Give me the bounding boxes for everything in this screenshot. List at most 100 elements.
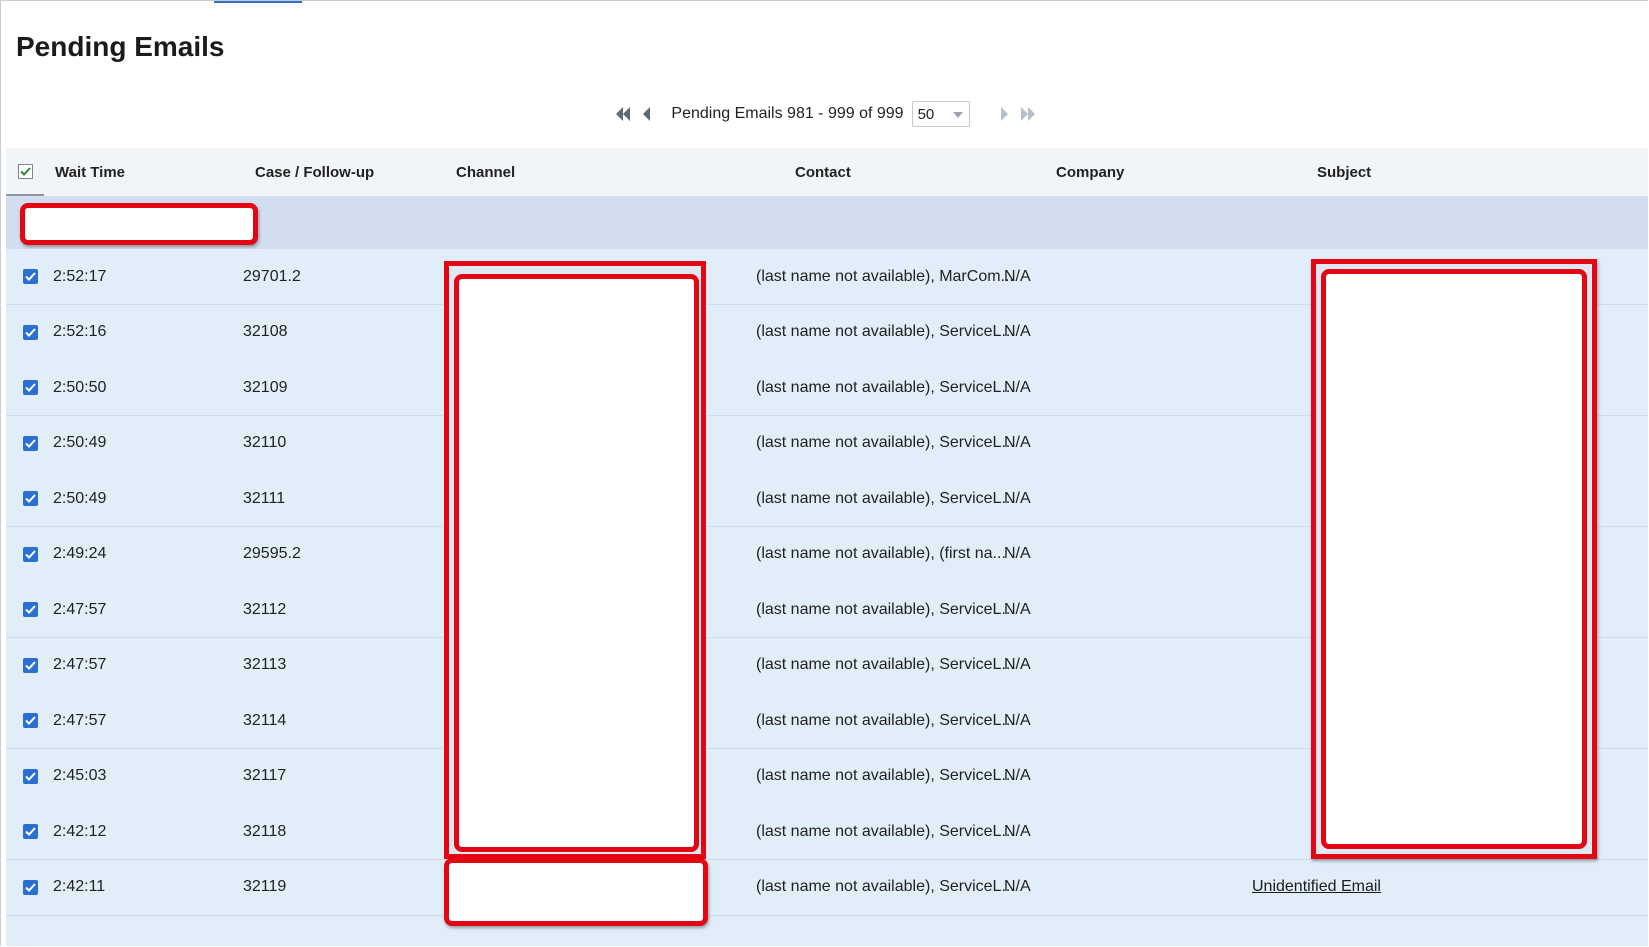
- case-cell: 29595.2: [243, 545, 301, 562]
- row-checkbox[interactable]: [23, 380, 38, 395]
- case-cell: 29701.2: [243, 267, 301, 285]
- wait-time-cell: 2:50:50: [53, 378, 107, 396]
- case-cell: 32110: [243, 434, 287, 451]
- filter-row: [6, 197, 1648, 249]
- row-checkbox[interactable]: [23, 657, 38, 673]
- column-header-subject[interactable]: Subject: [1317, 148, 1371, 196]
- chevron-right-icon: [1000, 107, 1008, 121]
- wait-time-cell: 2:47:57: [53, 600, 107, 618]
- checkmark-icon: [25, 827, 36, 836]
- select-column-underline: [6, 194, 44, 196]
- row-checkbox[interactable]: [23, 546, 38, 562]
- redacted-channel-block: [444, 261, 706, 859]
- column-header-channel[interactable]: Channel: [456, 148, 515, 196]
- checkmark-icon: [25, 716, 36, 725]
- page-title: Pending Emails: [16, 31, 225, 62]
- pagination-info: Pending Emails 981 - 999 of 999: [671, 105, 904, 122]
- case-cell: 32108: [243, 323, 288, 340]
- company-cell: N/A: [1004, 656, 1031, 673]
- table-row[interactable]: 2:42:11 32119 (last name not available), S…: [6, 859, 1648, 916]
- column-header-contact[interactable]: Contact: [795, 148, 851, 196]
- wait-time-cell: 2:45:03: [53, 767, 107, 784]
- wait-time-cell: 2:50:49: [53, 489, 107, 507]
- checkmark-icon: [25, 660, 36, 670]
- checkmark-icon: [25, 605, 36, 614]
- next-page-button[interactable]: [992, 102, 1016, 126]
- select-all-checkbox[interactable]: [18, 164, 33, 179]
- wait-time-cell: 2:47:57: [53, 656, 107, 673]
- row-checkbox[interactable]: [23, 491, 38, 506]
- contact-cell: (last name not available), MarCom...: [756, 267, 1014, 285]
- company-cell: N/A: [1004, 600, 1031, 618]
- checkmark-icon: [25, 882, 36, 892]
- case-cell: 32119: [243, 878, 287, 895]
- wait-time-cell: 2:42:11: [53, 878, 106, 895]
- wait-time-cell: 2:52:17: [53, 267, 107, 285]
- column-header-company[interactable]: Company: [1056, 148, 1124, 196]
- first-page-button[interactable]: [611, 102, 635, 126]
- row-checkbox[interactable]: [23, 602, 38, 617]
- company-cell: N/A: [1004, 878, 1031, 895]
- chevron-left-icon: [643, 107, 651, 121]
- company-cell: N/A: [1004, 323, 1031, 340]
- emails-grid: Wait Time Case / Follow-up Channel Conta…: [6, 148, 1648, 946]
- row-checkbox[interactable]: [23, 824, 38, 839]
- case-cell: 32114: [243, 711, 287, 729]
- contact-cell: (last name not available), (first na...: [756, 545, 1006, 562]
- case-cell: 32113: [243, 656, 287, 673]
- checkmark-icon: [25, 771, 36, 781]
- previous-page-button[interactable]: [635, 102, 659, 126]
- company-cell: N/A: [1004, 711, 1031, 729]
- contact-cell: (last name not available), ServiceL...: [756, 434, 1015, 451]
- company-cell: N/A: [1004, 489, 1031, 507]
- last-page-button[interactable]: [1016, 102, 1040, 126]
- company-cell: N/A: [1004, 767, 1031, 784]
- caret-down-icon: [952, 112, 963, 118]
- checkmark-icon: [25, 272, 36, 281]
- active-tab-indicator: [214, 1, 302, 3]
- wait-time-cell: 2:50:49: [53, 434, 107, 451]
- contact-cell: (last name not available), ServiceL...: [756, 878, 1015, 895]
- contact-cell: (last name not available), ServiceL...: [756, 711, 1015, 729]
- contact-cell: (last name not available), ServiceL...: [756, 378, 1015, 396]
- wait-time-cell: 2:52:16: [53, 323, 107, 340]
- row-checkbox[interactable]: [23, 324, 38, 340]
- checkmark-icon: [25, 438, 36, 448]
- company-cell: N/A: [1004, 267, 1031, 285]
- company-cell: N/A: [1004, 378, 1031, 396]
- redacted-filter-input: [20, 203, 258, 245]
- column-header-case[interactable]: Case / Follow-up: [255, 148, 374, 196]
- redacted-subject-block: [1311, 259, 1597, 859]
- row-checkbox[interactable]: [23, 269, 38, 284]
- row-checkbox[interactable]: [23, 768, 38, 784]
- contact-cell: (last name not available), ServiceL...: [756, 489, 1015, 507]
- case-cell: 32111: [243, 489, 286, 507]
- checkmark-icon: [25, 494, 36, 503]
- subject-cell: Unidentified Email: [1252, 860, 1381, 915]
- contact-cell: (last name not available), ServiceL...: [756, 822, 1015, 840]
- company-cell: N/A: [1004, 822, 1031, 840]
- subject-link[interactable]: Unidentified Email: [1252, 878, 1381, 896]
- wait-time-cell: 2:42:12: [53, 822, 107, 840]
- checkmark-icon: [25, 549, 36, 559]
- checkmark-icon: [25, 383, 36, 392]
- column-header-wait-time[interactable]: Wait Time: [55, 148, 125, 196]
- row-checkbox[interactable]: [23, 435, 38, 451]
- page-size-select[interactable]: 50: [911, 101, 970, 127]
- pending-emails-panel: Pending Emails Pending Emails 981 - 999 …: [0, 0, 1648, 946]
- contact-cell: (last name not available), ServiceL...: [756, 600, 1015, 618]
- case-cell: 32109: [243, 378, 288, 396]
- pagination-bar: Pending Emails 981 - 999 of 999 50: [1, 97, 1648, 131]
- case-cell: 32112: [243, 600, 287, 618]
- checkmark-icon: [20, 167, 31, 176]
- wait-time-cell: 2:47:57: [53, 711, 107, 729]
- page-size-value: 50: [917, 105, 935, 123]
- row-checkbox[interactable]: [23, 879, 38, 895]
- wait-time-cell: 2:49:24: [53, 545, 107, 562]
- contact-cell: (last name not available), ServiceL...: [756, 767, 1015, 784]
- contact-cell: (last name not available), ServiceL...: [756, 656, 1015, 673]
- row-checkbox[interactable]: [23, 713, 38, 728]
- double-chevron-right-icon: [1020, 107, 1035, 121]
- redacted-channel-cell: [444, 858, 708, 926]
- redaction-box: [1321, 269, 1587, 849]
